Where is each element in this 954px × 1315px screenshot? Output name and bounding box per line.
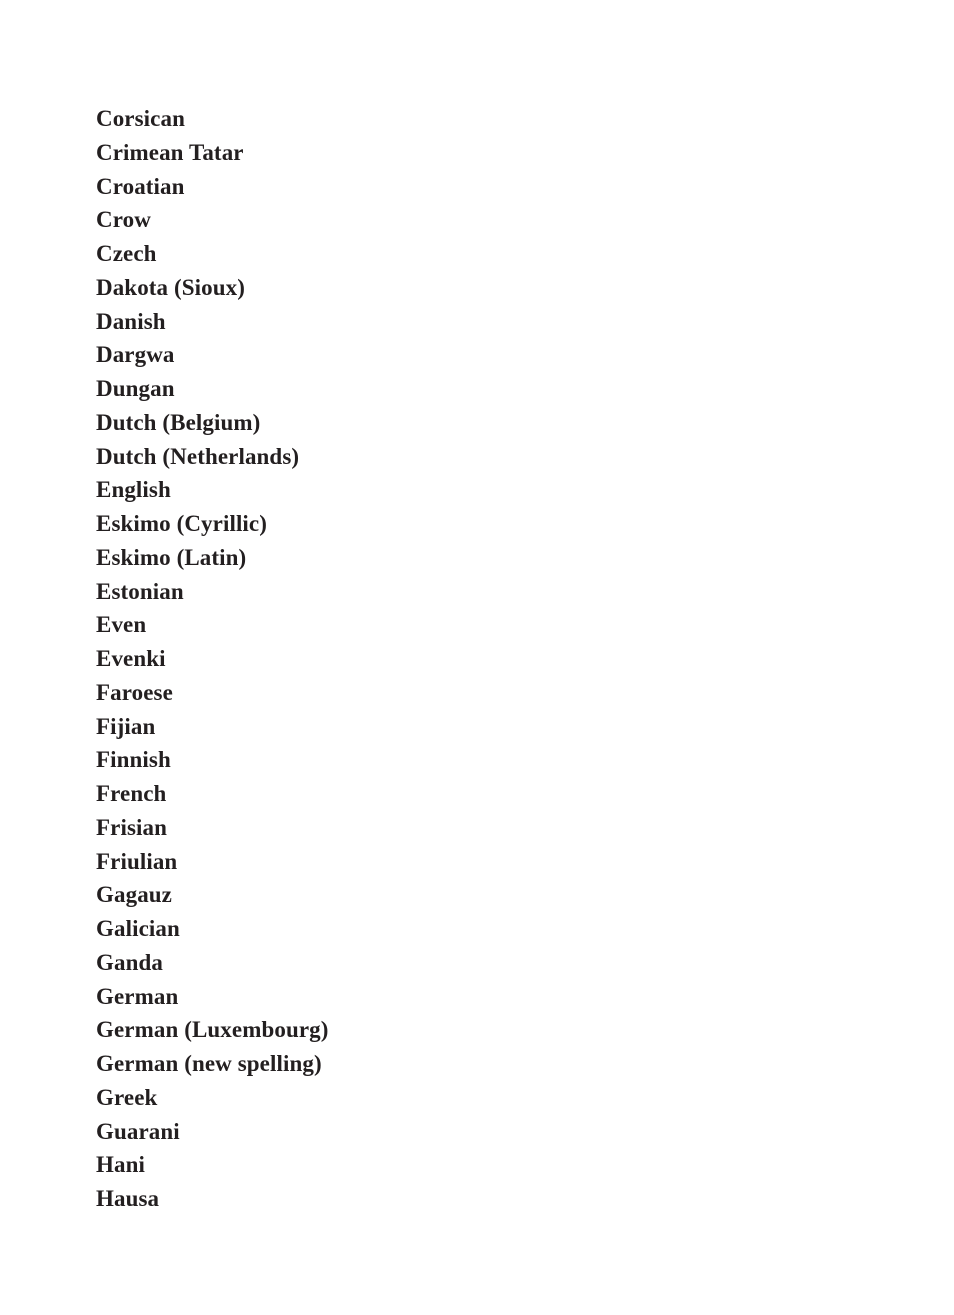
language-list-item: Dutch (Netherlands) <box>96 443 300 469</box>
language-list-item: Ganda <box>96 949 163 975</box>
language-list-item: Friulian <box>96 848 178 874</box>
language-list-item: Dutch (Belgium) <box>96 409 261 435</box>
language-names-list: Corsican Crimean Tatar Croatian Crow Czech Da… <box>96 102 856 1216</box>
language-list-item: Estonian <box>96 578 184 604</box>
language-list-item: Corsican <box>96 106 185 131</box>
language-list-item: Hausa <box>96 1186 160 1211</box>
language-list-item: Fijian <box>96 713 156 739</box>
language-list-item: Finnish <box>96 747 171 773</box>
language-list-item: Guarani <box>96 1118 180 1144</box>
language-list-item: French <box>96 781 167 806</box>
language-list-item: Dakota (Sioux) <box>96 274 246 300</box>
language-list-item: Eskimo (Cyrillic) <box>96 511 267 536</box>
language-list-item: Hani <box>96 1152 145 1178</box>
document-page: Corsican Crimean Tatar Croatian Crow Czech Da… <box>0 0 954 1315</box>
language-list-item: Even <box>96 612 147 638</box>
language-list-item: Croatian <box>96 173 185 199</box>
language-list-item: Greek <box>96 1084 158 1110</box>
language-list-item: Evenki <box>96 646 166 671</box>
language-list-item: German (Luxembourg) <box>96 1017 329 1043</box>
language-list-item: Galician <box>96 916 180 941</box>
language-list-item: Gagauz <box>96 882 172 908</box>
language-list-item: German <box>96 983 179 1009</box>
language-list-item: Dungan <box>96 376 175 401</box>
language-list-item: Faroese <box>96 679 173 705</box>
language-list-item: English <box>96 477 171 503</box>
language-list-item: Danish <box>96 308 166 334</box>
language-list-item: Czech <box>96 241 157 266</box>
language-list-item: Frisian <box>96 814 167 840</box>
language-list-item: German (new spelling) <box>96 1051 322 1076</box>
language-list-item: Crimean Tatar <box>96 139 244 165</box>
language-list-item: Dargwa <box>96 342 175 368</box>
language-list-item: Eskimo (Latin) <box>96 544 247 570</box>
language-list-item: Crow <box>96 207 151 233</box>
